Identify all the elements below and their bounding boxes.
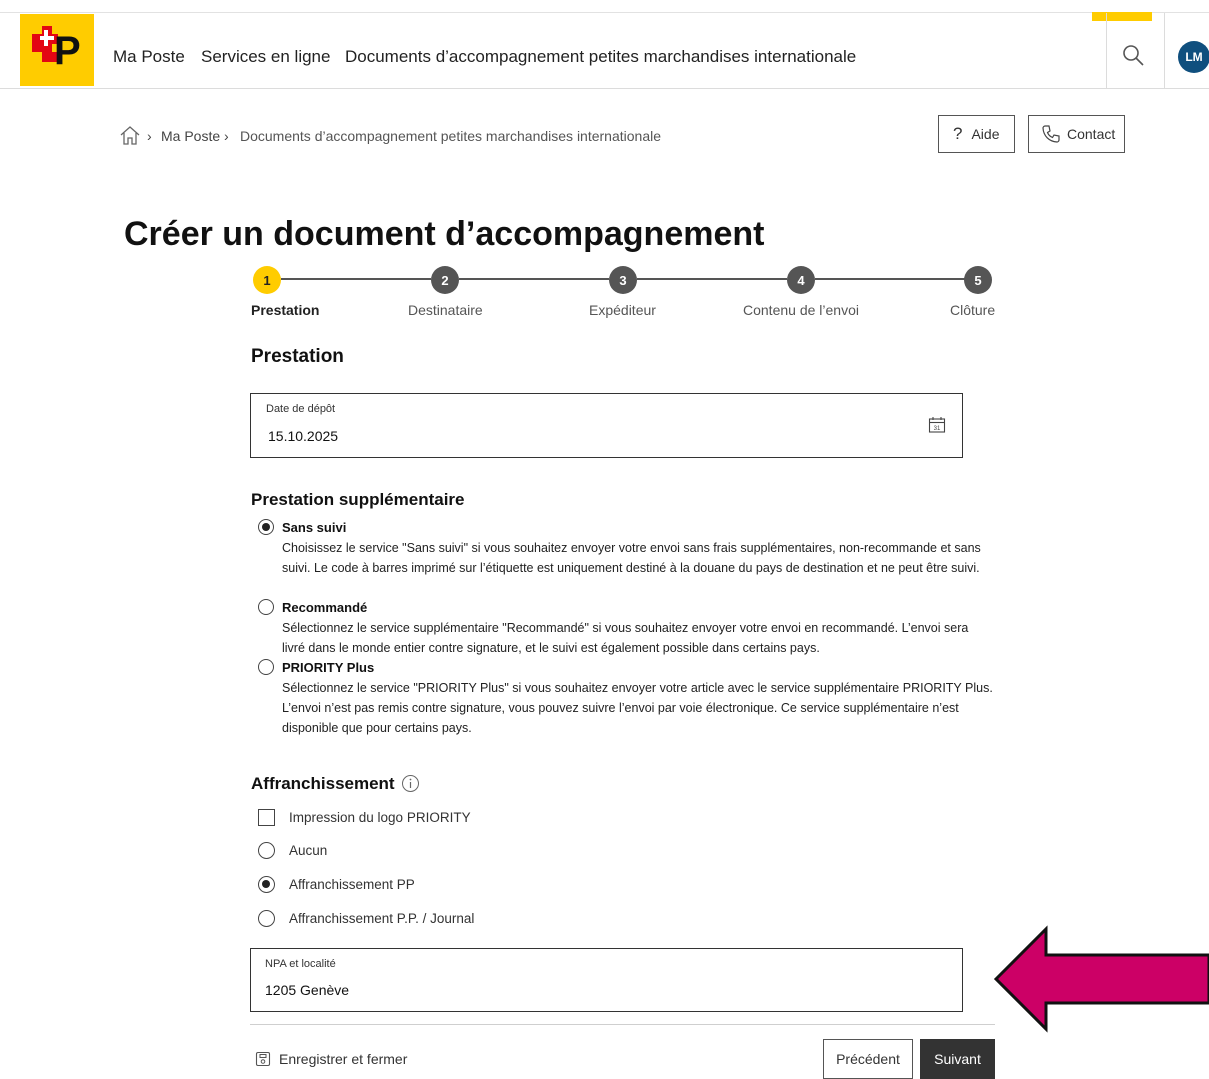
stepper-connector [459, 278, 609, 280]
franking-pp-journal-label: Affranchissement P.P. / Journal [289, 911, 475, 926]
question-icon: ? [953, 124, 963, 143]
date-field-value: 15.10.2025 [268, 428, 339, 444]
phone-icon [1042, 125, 1060, 143]
page-title: Créer un document d’accompagnement [124, 215, 765, 253]
chevron-right-icon: › [224, 128, 229, 144]
swiss-post-logo[interactable]: P [20, 14, 94, 86]
calendar-icon[interactable]: 31 [928, 416, 946, 439]
help-button[interactable]: ? Aide [938, 115, 1015, 153]
nav-services-en-ligne[interactable]: Services en ligne [201, 47, 330, 67]
annotation-arrow-icon [993, 925, 1209, 1033]
option-recommande-title: Recommandé [282, 600, 368, 615]
save-icon [255, 1051, 271, 1067]
calendar-day-text: 31 [934, 426, 941, 432]
nav-documents[interactable]: Documents d’accompagnement petites march… [345, 47, 856, 67]
save-and-close-button[interactable]: Enregistrer et fermer [255, 1051, 407, 1067]
franking-heading: Affranchissement [251, 774, 395, 793]
franking-aucun-label: Aucun [289, 843, 328, 858]
prestation-heading: Prestation [251, 346, 344, 367]
header-separator [1164, 13, 1165, 88]
breadcrumb-ma-poste[interactable]: Ma Poste [161, 128, 220, 144]
svg-text:P: P [54, 29, 81, 73]
breadcrumb-current: Documents d’accompagnement petites march… [240, 128, 662, 144]
nav-ma-poste[interactable]: Ma Poste [113, 47, 185, 67]
info-icon[interactable] [401, 774, 420, 798]
step-4-label: Contenu de l’envoi [743, 302, 859, 318]
step-1-label: Prestation [251, 302, 320, 318]
stepper-connector [281, 278, 431, 280]
option-priority-plus-title: PRIORITY Plus [282, 660, 375, 675]
step-3-label: Expéditeur [589, 302, 656, 318]
radio-recommande[interactable] [258, 599, 274, 615]
supplementary-heading: Prestation supplémentaire [251, 490, 465, 509]
date-field[interactable]: Date de dépôt 15.10.2025 31 [250, 393, 963, 458]
priority-logo-label: Impression du logo PRIORITY [289, 810, 471, 825]
option-sans-suivi-title: Sans suivi [282, 520, 347, 535]
priority-logo-checkbox[interactable] [258, 809, 275, 826]
home-icon[interactable] [119, 125, 141, 150]
step-2-label: Destinataire [408, 302, 483, 318]
radio-affranchissement-pp-journal[interactable] [258, 910, 275, 927]
step-5-indicator: 5 [964, 266, 992, 294]
contact-label: Contact [1067, 126, 1116, 142]
radio-priority-plus[interactable] [258, 659, 274, 675]
option-sans-suivi-description: Choisissez le service "Sans suivi" si vo… [282, 541, 981, 575]
site-header: P Ma Poste Services en ligne Documents d… [0, 13, 1209, 89]
search-icon[interactable] [1120, 42, 1146, 68]
option-priority-plus-description: Sélectionnez le service "PRIORITY Plus" … [282, 681, 993, 735]
next-button[interactable]: Suivant [920, 1039, 995, 1079]
stepper-connector [637, 278, 787, 280]
stepper-connector [815, 278, 965, 280]
date-field-label: Date de dépôt [266, 403, 336, 415]
save-and-close-label: Enregistrer et fermer [279, 1051, 408, 1067]
previous-button[interactable]: Précédent [823, 1039, 913, 1079]
footer-divider [250, 1024, 995, 1025]
help-label: Aide [971, 126, 1000, 142]
step-3-indicator: 3 [609, 266, 637, 294]
step-2-indicator: 2 [431, 266, 459, 294]
post-logo-icon: P [32, 26, 81, 73]
franking-pp-label: Affranchissement PP [289, 877, 415, 892]
contact-button[interactable]: Contact [1028, 115, 1125, 153]
radio-aucun[interactable] [258, 842, 275, 859]
npa-field-label: NPA et localité [265, 958, 336, 970]
radio-sans-suivi[interactable] [258, 519, 274, 535]
npa-locality-field[interactable]: NPA et localité 1205 Genève [250, 948, 963, 1012]
chevron-right-icon: › [147, 128, 152, 144]
radio-affranchissement-pp[interactable] [258, 876, 275, 893]
header-separator [1106, 13, 1107, 88]
npa-field-value: 1205 Genève [265, 982, 350, 998]
step-5-label: Clôture [950, 302, 996, 318]
step-1-indicator: 1 [253, 266, 281, 294]
option-recommande-description: Sélectionnez le service supplémentaire "… [282, 621, 969, 655]
step-4-indicator: 4 [787, 266, 815, 294]
user-avatar[interactable]: LM [1178, 41, 1209, 73]
